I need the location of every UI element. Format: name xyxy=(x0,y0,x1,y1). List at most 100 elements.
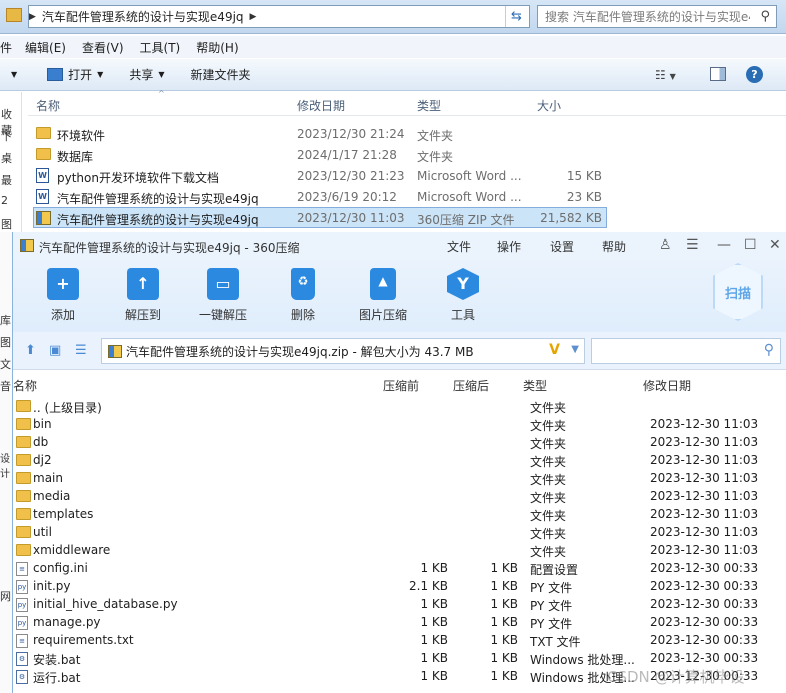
extract-to-label: 解压到 xyxy=(124,308,161,322)
file-row[interactable]: W 汽车配件管理系统的设计与实现e49jq 2023/6/19 20:12 Mi… xyxy=(28,187,608,208)
folder-icon xyxy=(36,148,51,160)
zip-file-type: 文件夹 xyxy=(530,401,567,415)
nav-item[interactable]: 下 xyxy=(1,128,12,144)
folder-icon xyxy=(16,436,31,448)
menu-tools[interactable]: 工具(T) xyxy=(140,39,181,56)
delete-button[interactable]: ♻ 删除 xyxy=(273,268,333,323)
help-icon[interactable]: ? xyxy=(746,66,763,83)
zip-file-row[interactable]: util 文件夹 2023-12-30 11:03 xyxy=(13,524,786,542)
zip-file-row[interactable]: main 文件夹 2023-12-30 11:03 xyxy=(13,470,786,488)
nav-item[interactable]: 图 xyxy=(0,334,11,350)
nav-item[interactable]: 库 xyxy=(0,312,11,328)
zip-file-row[interactable]: .. (上级目录) 文件夹 xyxy=(13,398,786,416)
column-packed[interactable]: 压缩前 xyxy=(383,377,419,394)
zip-search-input[interactable]: ⚲ xyxy=(591,338,781,364)
zip-path-bar: ⬆ ▣ ☰ 汽车配件管理系统的设计与实现e49jq.zip - 解包大小为 43… xyxy=(13,332,786,370)
skin-icon[interactable]: ♙ xyxy=(659,237,672,253)
nav-item[interactable]: 网 xyxy=(0,588,11,604)
preview-pane-icon[interactable] xyxy=(710,67,726,81)
column-name[interactable]: 名称 xyxy=(36,97,60,114)
refresh-button[interactable]: ⇆ xyxy=(505,6,527,27)
zip-file-row[interactable]: bin 文件夹 2023-12-30 11:03 xyxy=(13,416,786,434)
menu-edit[interactable]: 编辑(E) xyxy=(25,39,66,56)
zip-menu-settings[interactable]: 设置 xyxy=(550,238,574,255)
list-view-icon[interactable]: ☰ xyxy=(75,343,87,358)
zip-titlebar: 汽车配件管理系统的设计与实现e49jq - 360压缩 文件 操作 设置 帮助 … xyxy=(13,232,786,260)
nav-item[interactable]: 桌 xyxy=(1,150,12,166)
settings-file-icon: ≡ xyxy=(16,562,28,576)
zip-path-input[interactable]: 汽车配件管理系统的设计与实现e49jq.zip - 解包大小为 43.7 MB … xyxy=(101,338,585,364)
zip-file-compressed: 1 KB xyxy=(490,561,518,575)
zip-menu-help[interactable]: 帮助 xyxy=(602,238,626,255)
zip-file-row[interactable]: ≡ requirements.txt 1 KB 1 KB TXT 文件 2023-12-3… xyxy=(13,632,786,650)
column-name[interactable]: 名称 xyxy=(13,377,37,394)
zip-file-row[interactable]: ≡ config.ini 1 KB 1 KB 配置设置 2023-12-30 00:33 xyxy=(13,560,786,578)
file-row[interactable]: 环境软件 2023/12/30 21:24 文件夹 xyxy=(28,124,608,145)
menu-icon[interactable]: ☰ xyxy=(686,237,699,253)
column-compressed[interactable]: 压缩后 xyxy=(453,377,489,394)
zip-menu-operate[interactable]: 操作 xyxy=(497,238,521,255)
zip-file-row[interactable]: db 文件夹 2023-12-30 11:03 xyxy=(13,434,786,452)
new-folder-button[interactable]: 新建文件夹 xyxy=(191,66,251,83)
zip-file-row[interactable]: xmiddleware 文件夹 2023-12-30 11:03 xyxy=(13,542,786,560)
minimize-icon[interactable]: — xyxy=(717,237,731,253)
image-compress-button[interactable]: ▲ 图片压缩 xyxy=(353,268,413,323)
nav-item[interactable]: 设计 xyxy=(0,450,12,480)
zip-menu-file[interactable]: 文件 xyxy=(447,238,471,255)
add-button[interactable]: + 添加 xyxy=(33,268,93,323)
toolbar-dropdown[interactable]: ▼ xyxy=(6,70,17,79)
add-label: 添加 xyxy=(50,308,75,322)
thumbnail-view-icon[interactable]: ▣ xyxy=(49,343,61,358)
file-row[interactable]: 数据库 2024/1/17 21:28 文件夹 xyxy=(28,145,608,166)
nav-item[interactable]: 图 xyxy=(1,216,12,232)
zip-file-row[interactable]: templates 文件夹 2023-12-30 11:03 xyxy=(13,506,786,524)
zip-file-compressed: 1 KB xyxy=(490,597,518,611)
share-button[interactable]: 共享 ▼ xyxy=(129,66,164,83)
zip-file-name: init.py xyxy=(33,579,71,593)
zip-file-compressed: 1 KB xyxy=(490,669,518,683)
zip-file-row[interactable]: py init.py 2.1 KB 1 KB PY 文件 2023-12-30 00:33 xyxy=(13,578,786,596)
file-modified: 2023/12/30 21:24 xyxy=(297,127,405,141)
zip-path-text: 汽车配件管理系统的设计与实现e49jq.zip - 解包大小为 43.7 MB xyxy=(126,344,474,359)
close-icon[interactable]: ✕ xyxy=(769,237,781,253)
file-type: 文件夹 xyxy=(417,129,454,143)
menu-help[interactable]: 帮助(H) xyxy=(196,39,238,56)
tools-label: 工具 xyxy=(450,308,475,322)
menu-item-partial[interactable]: 件 xyxy=(0,39,12,56)
file-row-selected[interactable]: 汽车配件管理系统的设计与实现e49jq 2023/12/30 11:03 360… xyxy=(33,207,607,228)
file-row[interactable]: W python开发环境软件下载文档 2023/12/30 21:23 Micr… xyxy=(28,166,608,187)
nav-item[interactable]: 音 xyxy=(0,378,11,394)
python-file-icon: py xyxy=(16,616,28,630)
one-click-extract-icon: ▭ xyxy=(207,268,239,300)
zip-file-type: 文件夹 xyxy=(530,527,567,541)
column-type[interactable]: 类型 xyxy=(417,97,441,114)
zip-file-row[interactable]: dj2 文件夹 2023-12-30 11:03 xyxy=(13,452,786,470)
nav-item[interactable]: 文 xyxy=(0,356,11,372)
file-name: 汽车配件管理系统的设计与实现e49jq xyxy=(57,213,259,227)
column-modified[interactable]: 修改日期 xyxy=(297,97,345,114)
explorer-search-input[interactable]: 搜索 汽车配件管理系统的设计与实现e49jq ⚲ xyxy=(537,5,777,28)
maximize-icon[interactable]: ☐ xyxy=(744,237,757,253)
extract-to-button[interactable]: ↑ 解压到 xyxy=(113,268,173,323)
address-input[interactable]: ▶ 汽车配件管理系统的设计与实现e49jq ▶ xyxy=(28,5,530,28)
chevron-down-icon[interactable]: ▼ xyxy=(571,344,579,355)
menu-view[interactable]: 查看(V) xyxy=(82,39,124,56)
tools-button[interactable]: Y 工具 xyxy=(433,268,493,323)
scan-button[interactable]: 扫描 xyxy=(713,263,763,321)
view-options-icon[interactable]: ☷ ▼ xyxy=(655,68,676,82)
zip-file-row[interactable]: py manage.py 1 KB 1 KB PY 文件 2023-12-30 00:33 xyxy=(13,614,786,632)
zip-file-row[interactable]: media 文件夹 2023-12-30 11:03 xyxy=(13,488,786,506)
nav-item[interactable]: 最 xyxy=(1,172,12,188)
open-button[interactable]: 打开 ▼ xyxy=(47,66,103,83)
chevron-down-icon: ▼ xyxy=(11,70,18,79)
zip-file-compressed: 1 KB xyxy=(490,633,518,647)
zip-file-modified: 2023-12-30 00:33 xyxy=(650,561,759,575)
column-size[interactable]: 大小 xyxy=(537,97,561,114)
column-modified[interactable]: 修改日期 xyxy=(643,377,691,394)
zip-file-name: 运行.bat xyxy=(33,671,81,685)
zip-file-row[interactable]: py initial_hive_database.py 1 KB 1 KB PY 文件 2… xyxy=(13,596,786,614)
one-click-extract-button[interactable]: ▭ 一键解压 xyxy=(193,268,253,323)
up-arrow-icon[interactable]: ⬆ xyxy=(25,343,36,358)
column-type[interactable]: 类型 xyxy=(523,377,547,394)
nav-item[interactable]: 2 xyxy=(1,194,8,207)
